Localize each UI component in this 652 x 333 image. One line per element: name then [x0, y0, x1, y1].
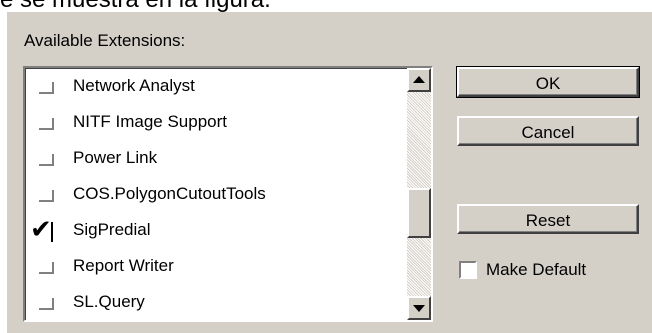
arrow-up-icon: [413, 76, 425, 83]
list-item[interactable]: SL.Query: [25, 284, 405, 320]
unchecked-box-icon[interactable]: [25, 140, 73, 176]
list-item-label: Report Writer: [73, 256, 174, 275]
make-default-option[interactable]: Make Default: [459, 260, 586, 280]
list-item-label: Network Analyst: [73, 76, 195, 95]
list-item[interactable]: Report Writer: [25, 248, 405, 284]
list-item-label: Power Link: [73, 148, 158, 167]
unchecked-box-icon[interactable]: [25, 176, 73, 212]
list-item[interactable]: NITF Image Support: [25, 104, 405, 140]
arrow-down-icon: [413, 305, 425, 312]
unchecked-box-icon[interactable]: [25, 284, 73, 320]
scrollbar-thumb[interactable]: [407, 188, 431, 238]
list-item-label: COS.PolygonCutoutTools: [73, 184, 266, 203]
unchecked-box-icon[interactable]: [25, 104, 73, 140]
unchecked-box-icon[interactable]: [25, 68, 73, 104]
ok-button[interactable]: OK: [456, 66, 640, 98]
list-item-label: NITF Image Support: [73, 112, 228, 131]
list-item[interactable]: Power Link: [25, 140, 405, 176]
list-item[interactable]: Network Analyst: [25, 68, 405, 104]
vertical-scrollbar[interactable]: [407, 68, 431, 320]
checkmark-icon[interactable]: ✔: [25, 212, 73, 248]
make-default-checkbox[interactable]: [459, 261, 477, 279]
list-item-label: SL.Query: [73, 292, 145, 311]
extensions-listbox[interactable]: Network Analyst NITF Image Support Power L…: [23, 66, 433, 322]
reset-button[interactable]: Reset: [457, 204, 639, 234]
list-item-label: SigPredial: [73, 220, 151, 239]
page-caption: e se muestra en la figura.: [0, 0, 652, 12]
list-item[interactable]: ✔ SigPredial: [25, 212, 405, 248]
extensions-dialog: Available Extensions: Network Analyst NIT…: [7, 12, 652, 333]
cancel-button[interactable]: Cancel: [457, 116, 639, 146]
list-item[interactable]: COS.PolygonCutoutTools: [25, 176, 405, 212]
scroll-up-button[interactable]: [407, 68, 431, 92]
unchecked-box-icon[interactable]: [25, 248, 73, 284]
make-default-label: Make Default: [486, 260, 587, 279]
available-extensions-label: Available Extensions:: [24, 31, 186, 50]
extensions-list: Network Analyst NITF Image Support Power L…: [25, 68, 405, 320]
scroll-down-button[interactable]: [407, 296, 431, 320]
